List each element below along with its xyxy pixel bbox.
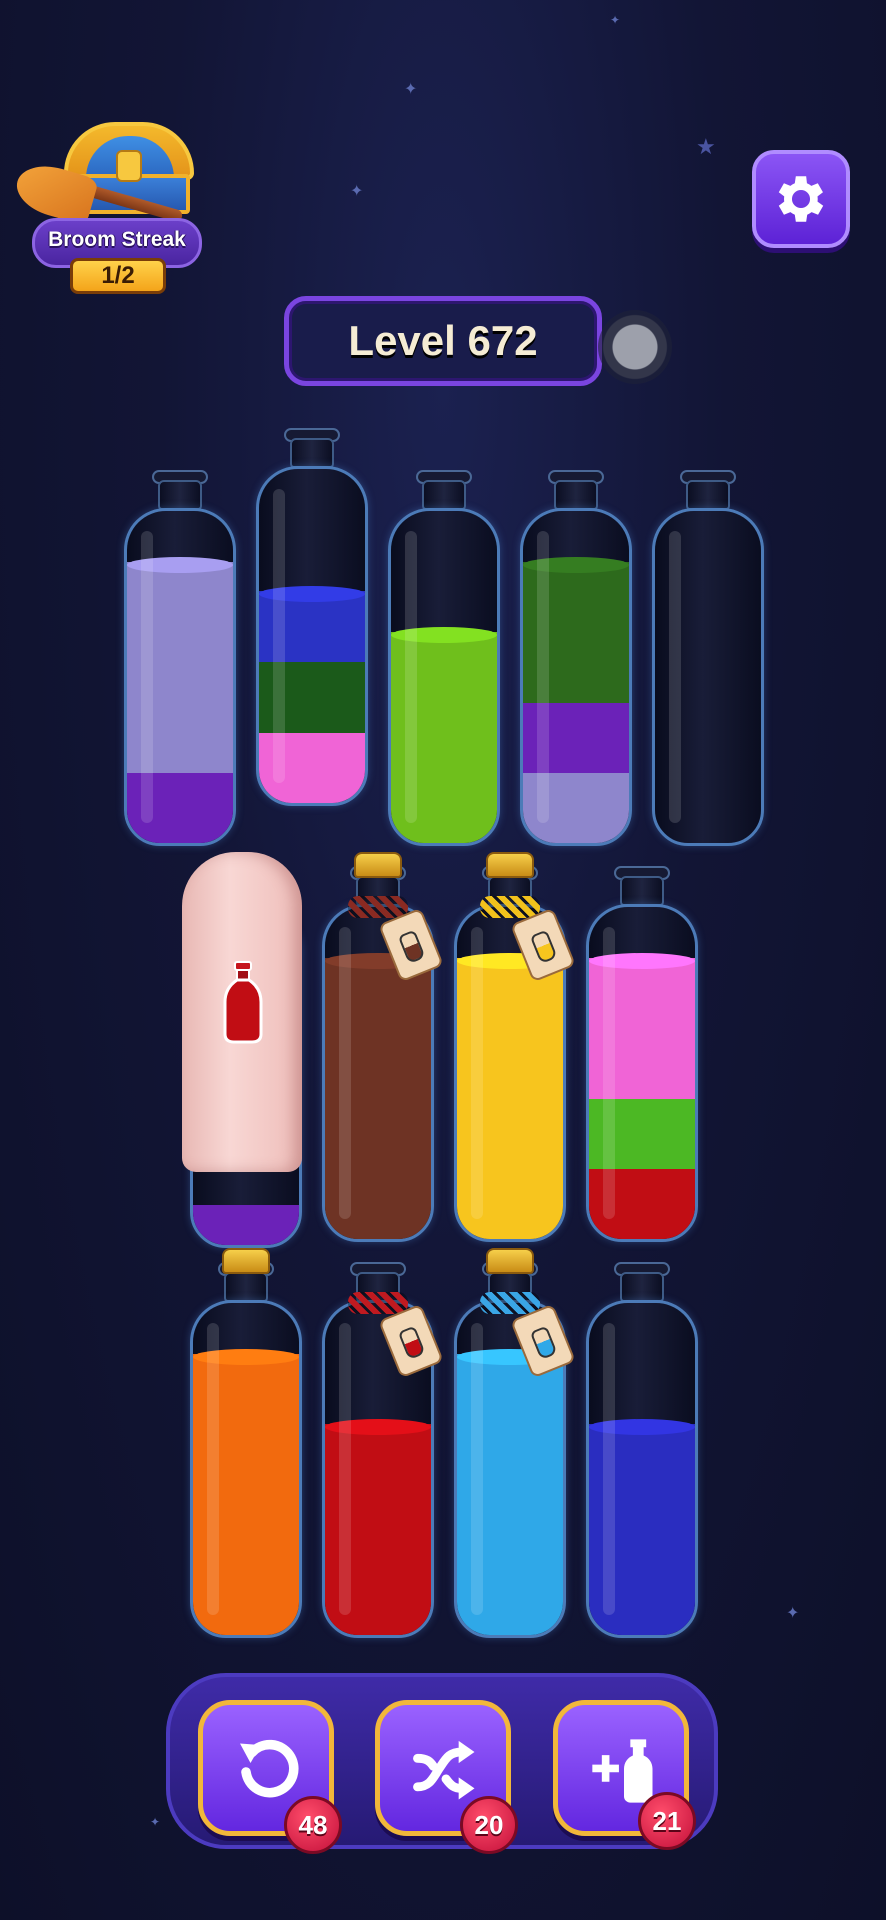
bottle-body	[520, 508, 632, 846]
bottle-body	[586, 904, 698, 1242]
bottle-body	[586, 1300, 698, 1638]
level-label: Level 672	[348, 317, 538, 364]
bottle-shine	[405, 531, 417, 823]
bottle-shine	[339, 927, 351, 1219]
red-bottle-hint-icon	[223, 961, 263, 1044]
cork-stopper	[354, 852, 402, 878]
liquid-layer	[193, 1205, 299, 1245]
bottle[interactable]	[388, 470, 500, 852]
bottle-shine	[141, 531, 153, 823]
bottle-body	[124, 508, 236, 846]
broom-streak-widget[interactable]: Broom Streak 1/2	[10, 118, 214, 308]
bottle[interactable]	[454, 1248, 576, 1644]
bottle-body	[256, 466, 368, 806]
add-bottle-count-badge: 21	[638, 1792, 696, 1850]
shuffle-icon	[413, 1740, 475, 1800]
bottle-body	[190, 1300, 302, 1638]
bottle[interactable]	[586, 866, 698, 1248]
bottle[interactable]	[190, 1248, 302, 1644]
streak-count: 1/2	[70, 258, 166, 294]
bottle-neck	[620, 876, 664, 906]
rope-tie	[348, 896, 408, 918]
star-decoration: ✦	[150, 1815, 161, 1829]
touch-indicator	[598, 310, 672, 384]
undo-count-badge: 48	[284, 1796, 342, 1854]
star-decoration: ✦	[786, 1605, 800, 1622]
bottle-shine	[669, 531, 681, 823]
streak-label: Broom Streak	[48, 228, 186, 251]
rope-tie	[480, 896, 540, 918]
bottle-neck	[620, 1272, 664, 1302]
bottle-neck	[224, 1272, 268, 1302]
bottle-shine	[471, 1323, 483, 1615]
settings-button[interactable]	[752, 150, 850, 248]
star-decoration: ✦	[350, 183, 364, 200]
bottle-neck	[554, 480, 598, 510]
bottle[interactable]	[256, 428, 368, 812]
bottle[interactable]	[520, 470, 632, 852]
undo-icon	[240, 1739, 299, 1798]
bottle[interactable]	[124, 470, 236, 852]
bottle-neck	[290, 438, 334, 468]
bottle-shine	[603, 1323, 615, 1615]
rope-tie	[348, 1292, 408, 1314]
level-indicator: Level 672	[284, 296, 602, 386]
bottle-shine	[273, 489, 285, 783]
cork-stopper	[222, 1248, 270, 1274]
bottle-neck	[158, 480, 202, 510]
bottle-neck	[422, 480, 466, 510]
bottle[interactable]	[652, 470, 764, 852]
rope-tie	[480, 1292, 540, 1314]
bottle-shine	[207, 1323, 219, 1615]
mystery-cloth-cover[interactable]	[182, 852, 302, 1172]
bottle[interactable]	[586, 1262, 698, 1644]
bottle-shine	[471, 927, 483, 1219]
bottle-shine	[339, 1323, 351, 1615]
bottle[interactable]	[454, 852, 576, 1248]
shuffle-count-badge: 20	[460, 1796, 518, 1854]
star-decoration: ✦	[610, 13, 621, 27]
bottle-body	[388, 508, 500, 846]
cork-stopper	[486, 852, 534, 878]
star-decoration: ★	[696, 134, 716, 159]
bottle-shine	[603, 927, 615, 1219]
bottle[interactable]	[322, 1262, 444, 1644]
gear-icon	[778, 176, 824, 222]
bottle-neck	[686, 480, 730, 510]
bottle-shine	[537, 531, 549, 823]
star-decoration: ✦	[404, 81, 418, 98]
bottle[interactable]	[322, 852, 444, 1248]
bottle-body	[652, 508, 764, 846]
cork-stopper	[486, 1248, 534, 1274]
